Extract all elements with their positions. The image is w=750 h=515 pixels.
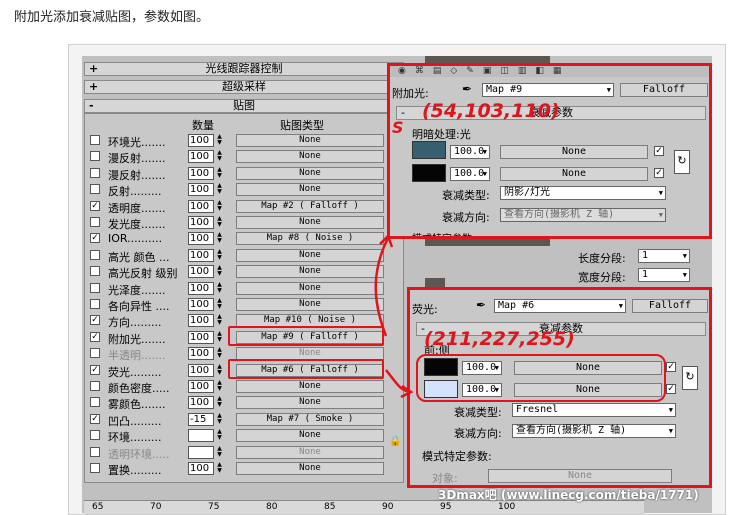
arrow-to-top-panel: [374, 237, 390, 337]
watermark: 3Dmax吧 (www.linecg.com/tieba/1771): [438, 488, 699, 502]
annotation-arrows: [374, 233, 414, 399]
